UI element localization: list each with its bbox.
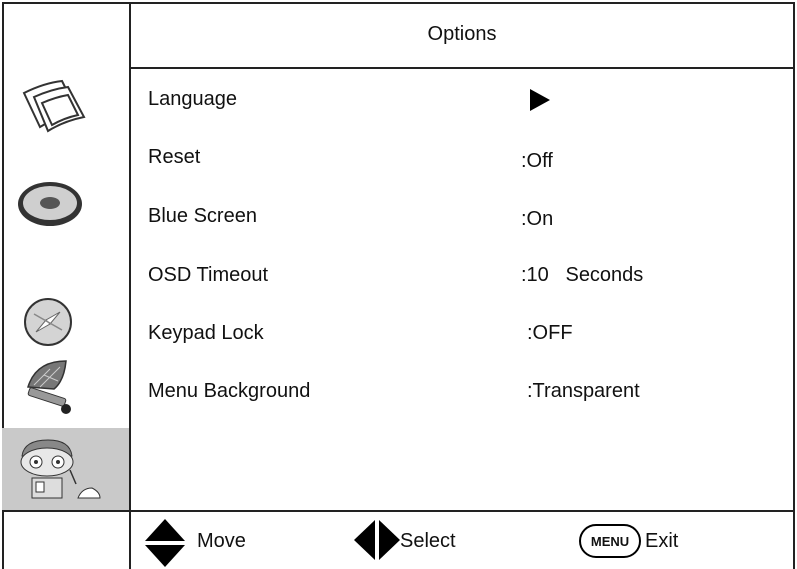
option-menu-background-value[interactable]: :Transparent — [527, 380, 640, 403]
menu-title-bar: Options — [131, 2, 793, 69]
option-blue-screen-value[interactable]: :On — [521, 208, 553, 231]
footer-divider — [2, 510, 795, 512]
satellite-dish-icon[interactable] — [14, 355, 104, 415]
option-keypad-lock-label[interactable]: Keypad Lock — [148, 322, 264, 345]
right-arrow-icon[interactable] — [528, 88, 552, 112]
option-blue-screen-label[interactable]: Blue Screen — [148, 205, 257, 228]
option-language-label[interactable]: Language — [148, 88, 237, 111]
option-reset-value[interactable]: :Off — [521, 150, 553, 173]
options-character-icon[interactable] — [14, 436, 104, 506]
menu-key-label: MENU — [590, 533, 630, 549]
compass-icon[interactable] — [14, 292, 104, 352]
menu-key-icon: MENU — [579, 524, 641, 558]
option-reset-label[interactable]: Reset — [148, 146, 200, 169]
footer-exit-label: Exit — [645, 530, 679, 552]
option-menu-background-label[interactable]: Menu Background — [148, 380, 310, 403]
page-title: Options — [427, 23, 497, 45]
option-osd-timeout-value[interactable]: :10 Seconds — [521, 264, 643, 287]
option-osd-timeout-label[interactable]: OSD Timeout — [148, 264, 268, 287]
footer-move-label: Move — [197, 530, 246, 552]
picture-icon[interactable] — [14, 75, 104, 135]
disc-icon[interactable] — [14, 174, 104, 234]
option-keypad-lock-value[interactable]: :OFF — [527, 322, 573, 345]
left-right-arrow-icon — [354, 520, 400, 560]
up-down-arrow-icon — [145, 519, 185, 567]
footer-select-label: Select — [400, 530, 456, 552]
